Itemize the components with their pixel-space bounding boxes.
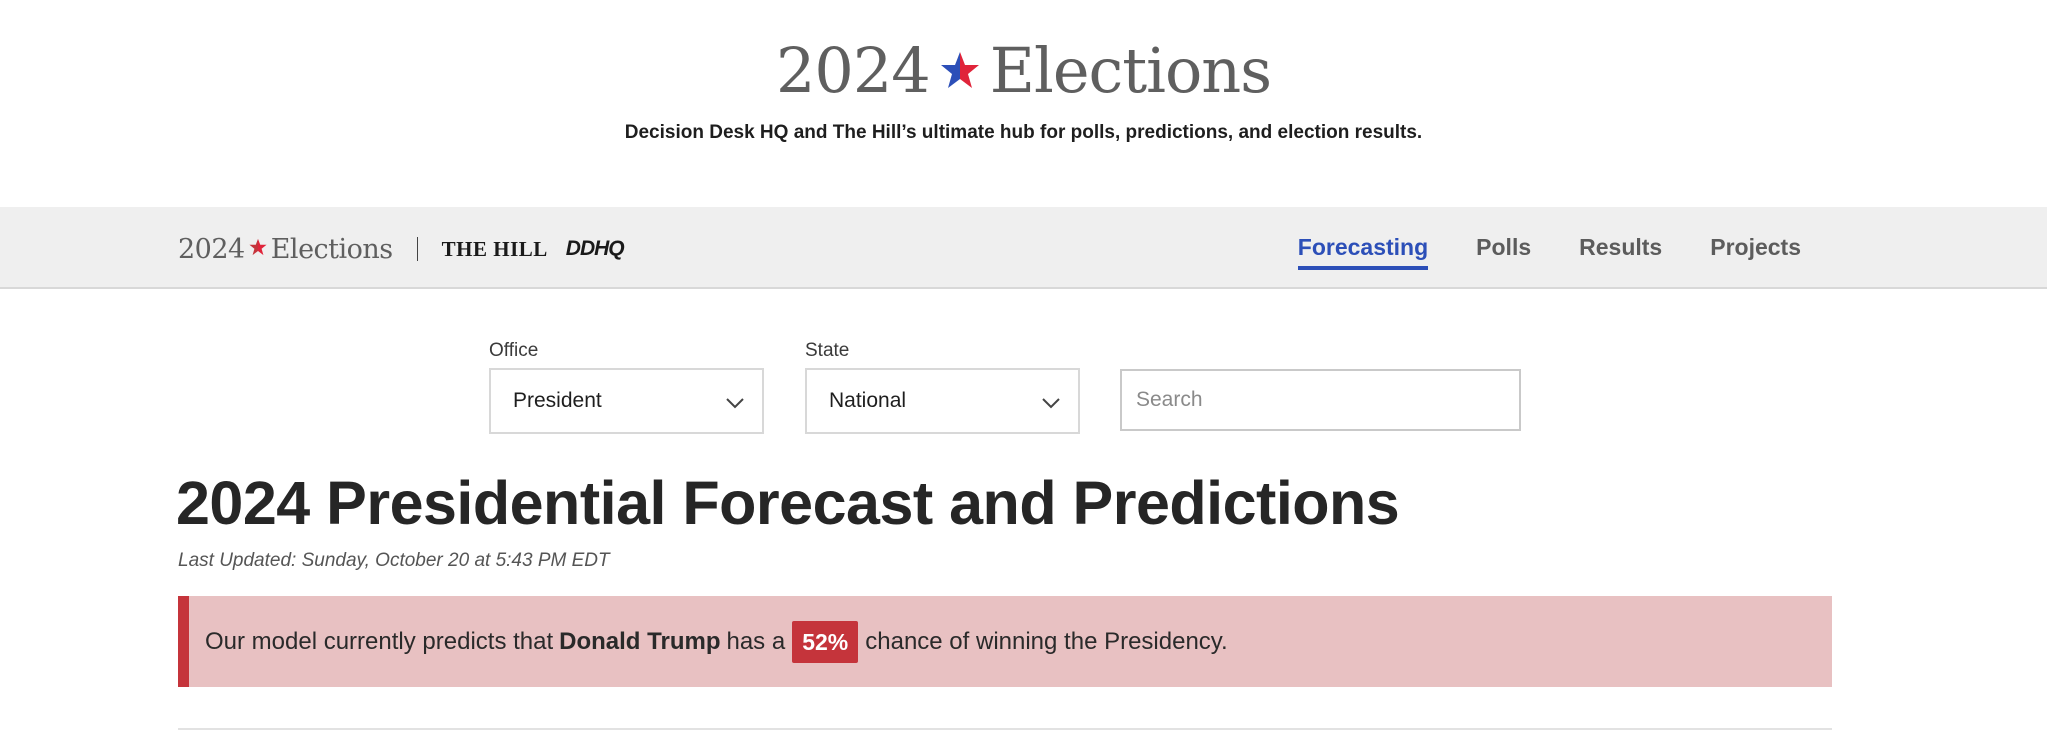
brand-word: Elections (270, 233, 393, 265)
the-hill-logo[interactable]: THE HILL (442, 237, 548, 262)
nav-projects[interactable]: Projects (1710, 232, 1801, 262)
office-filter: Office President (489, 340, 764, 434)
state-label: State (805, 340, 850, 361)
nav-bar: 2024 Elections THE HILL DDHQ Forecasting… (0, 207, 2047, 289)
page-title: 2024 Presidential Forecast and Predictio… (176, 469, 1400, 537)
prediction-prefix: Our model currently predicts that (205, 627, 554, 655)
hero-title: 2024 Elections (0, 30, 2047, 112)
brand-elections: 2024 Elections (178, 234, 393, 265)
brand-divider (416, 237, 418, 261)
nav-links: Forecasting Polls Results Projects (1250, 207, 1801, 287)
brand-logo[interactable]: 2024 Elections THE HILL DDHQ (178, 231, 625, 267)
nav-polls[interactable]: Polls (1476, 232, 1531, 262)
prediction-middle: has a (726, 627, 786, 655)
state-filter: State National (805, 340, 1080, 434)
star-icon (940, 51, 979, 88)
last-updated: Last Updated: Sunday, October 20 at 5:43… (178, 550, 610, 571)
state-select[interactable]: National (805, 368, 1080, 434)
prediction-suffix: chance of winning the Presidency. (865, 627, 1228, 655)
chevron-down-icon (726, 398, 744, 409)
ddhq-logo[interactable]: DDHQ (566, 237, 625, 261)
nav-forecasting[interactable]: Forecasting (1297, 232, 1429, 270)
section-divider (178, 728, 1832, 730)
state-select-value: National (829, 389, 907, 412)
chevron-down-icon (1042, 398, 1060, 409)
hero-header: 2024 Elections Decision Desk HQ and The … (0, 0, 2047, 207)
search-input[interactable] (1120, 369, 1521, 431)
star-icon (249, 238, 267, 256)
nav-results[interactable]: Results (1579, 232, 1662, 262)
office-select-value: President (513, 389, 602, 412)
office-select[interactable]: President (489, 368, 764, 434)
brand-year: 2024 (178, 233, 245, 265)
prediction-banner: Our model currently predicts that Donald… (178, 596, 1832, 687)
chance-badge: 52% (792, 620, 859, 663)
hero-title-year: 2024 (775, 34, 931, 107)
office-label: Office (489, 340, 539, 361)
prediction-candidate: Donald Trump (559, 627, 721, 655)
hero-title-word: Elections (989, 34, 1272, 107)
hero-subtitle: Decision Desk HQ and The Hill’s ultimate… (624, 122, 1423, 143)
